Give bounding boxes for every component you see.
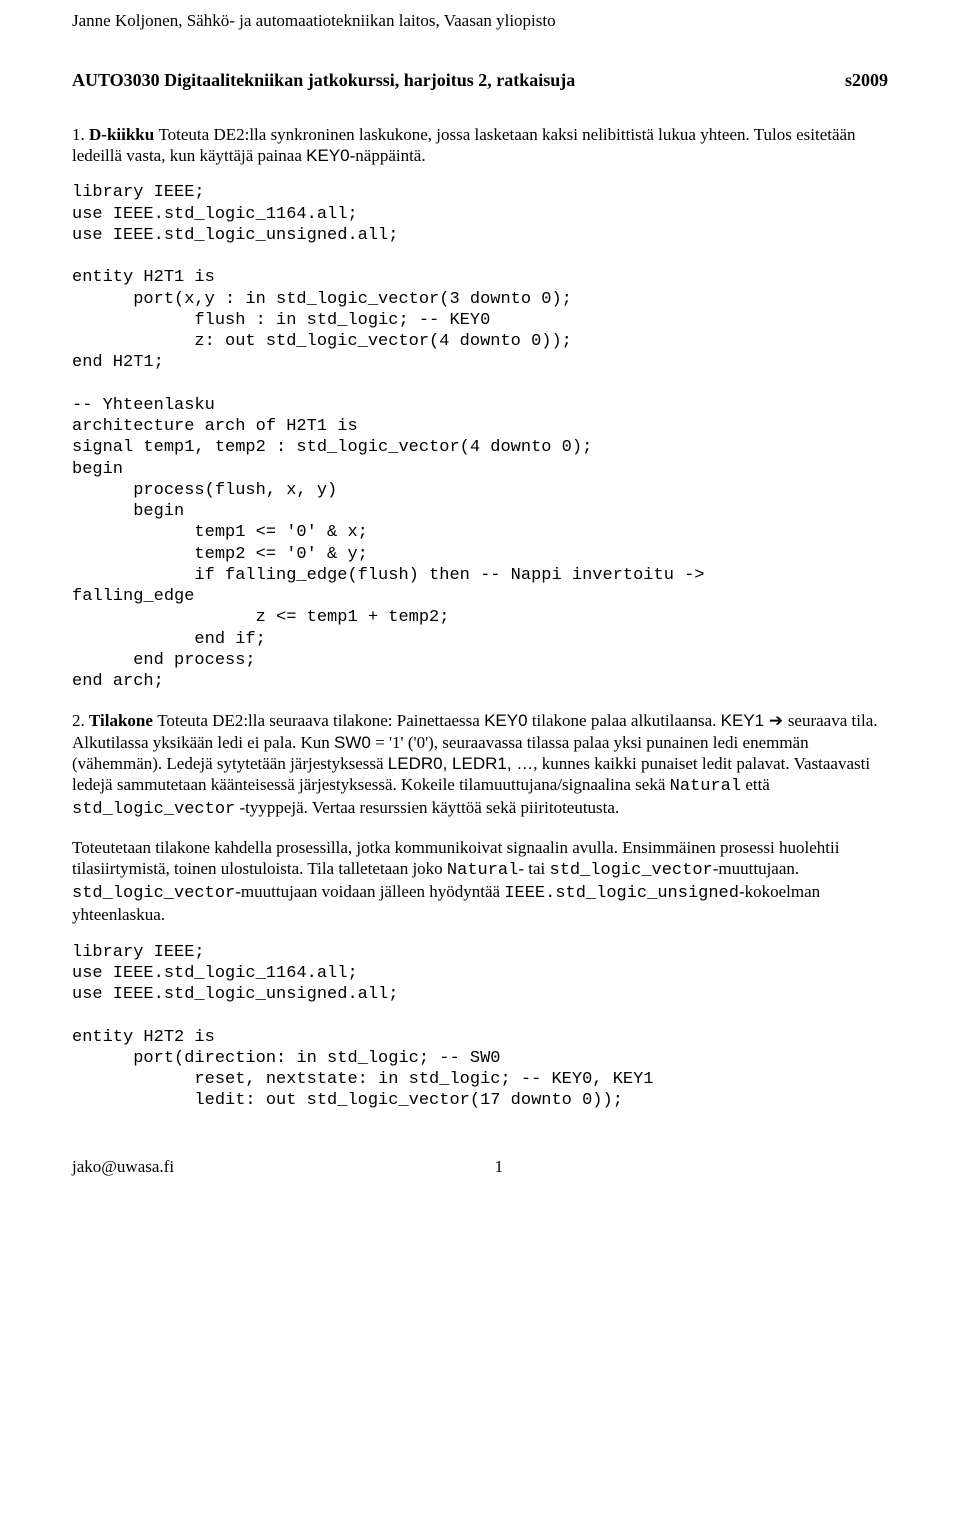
q1-key: KEY0 (306, 146, 349, 165)
p3-d: -muuttujaan voidaan jälleen hyödyntää (235, 882, 504, 901)
q2-text-f: että (741, 775, 770, 794)
p3-slv1: std_logic_vector (550, 861, 713, 880)
q2-slv: std_logic_vector (72, 800, 235, 819)
title-row: AUTO3030 Digitaalitekniikan jatkokurssi,… (72, 69, 888, 92)
p3-c: -muuttujaan. (713, 859, 799, 878)
p3-natural: Natural (447, 861, 518, 880)
footer-email: jako@uwasa.fi (72, 1156, 174, 1177)
q2-led: LEDR0, LEDR1, … (388, 754, 534, 773)
q2-sw0: SW0 (334, 733, 371, 752)
q1-body: Toteuta DE2:lla synkroninen laskukone, j… (72, 125, 856, 165)
p3-ieee: IEEE.std_logic_unsigned (504, 884, 739, 903)
q1-number: 1. (72, 125, 85, 144)
document-title: AUTO3030 Digitaalitekniikan jatkokurssi,… (72, 69, 575, 92)
q2-key0: KEY0 (484, 711, 527, 730)
q2-natural: Natural (670, 777, 741, 796)
p3-b: - tai (518, 859, 549, 878)
q2-number: 2. (72, 711, 85, 730)
code-block-1: library IEEE; use IEEE.std_logic_1164.al… (72, 182, 888, 692)
q2-lead: Tilakone (89, 711, 157, 730)
question-1: 1. D-kiikku Toteuta DE2:lla synkroninen … (72, 124, 888, 167)
paragraph-3: Toteutetaan tilakone kahdella prosessill… (72, 837, 888, 926)
page-number: 1 (495, 1156, 504, 1177)
p3-slv2: std_logic_vector (72, 884, 235, 903)
arrow-icon: ➔ (764, 711, 788, 730)
code-block-2: library IEEE; use IEEE.std_logic_1164.al… (72, 942, 888, 1112)
q2-text-g: -tyyppejä. Vertaa resurssien käyttöä sek… (235, 798, 619, 817)
q2-text-b: tilakone palaa alkutilaansa. (528, 711, 721, 730)
page-header: Janne Koljonen, Sähkö- ja automaatiotekn… (72, 10, 888, 31)
q1-tail: -näppäintä. (350, 146, 426, 165)
q2-text-a: Toteuta DE2:lla seuraava tilakone: Paine… (157, 711, 484, 730)
q2-key1: KEY1 (721, 711, 764, 730)
question-2: 2. Tilakone Toteuta DE2:lla seuraava til… (72, 710, 888, 820)
q1-lead: D-kiikku (89, 125, 158, 144)
document-term: s2009 (845, 69, 888, 92)
footer: jako@uwasa.fi 1 . (72, 1156, 888, 1177)
